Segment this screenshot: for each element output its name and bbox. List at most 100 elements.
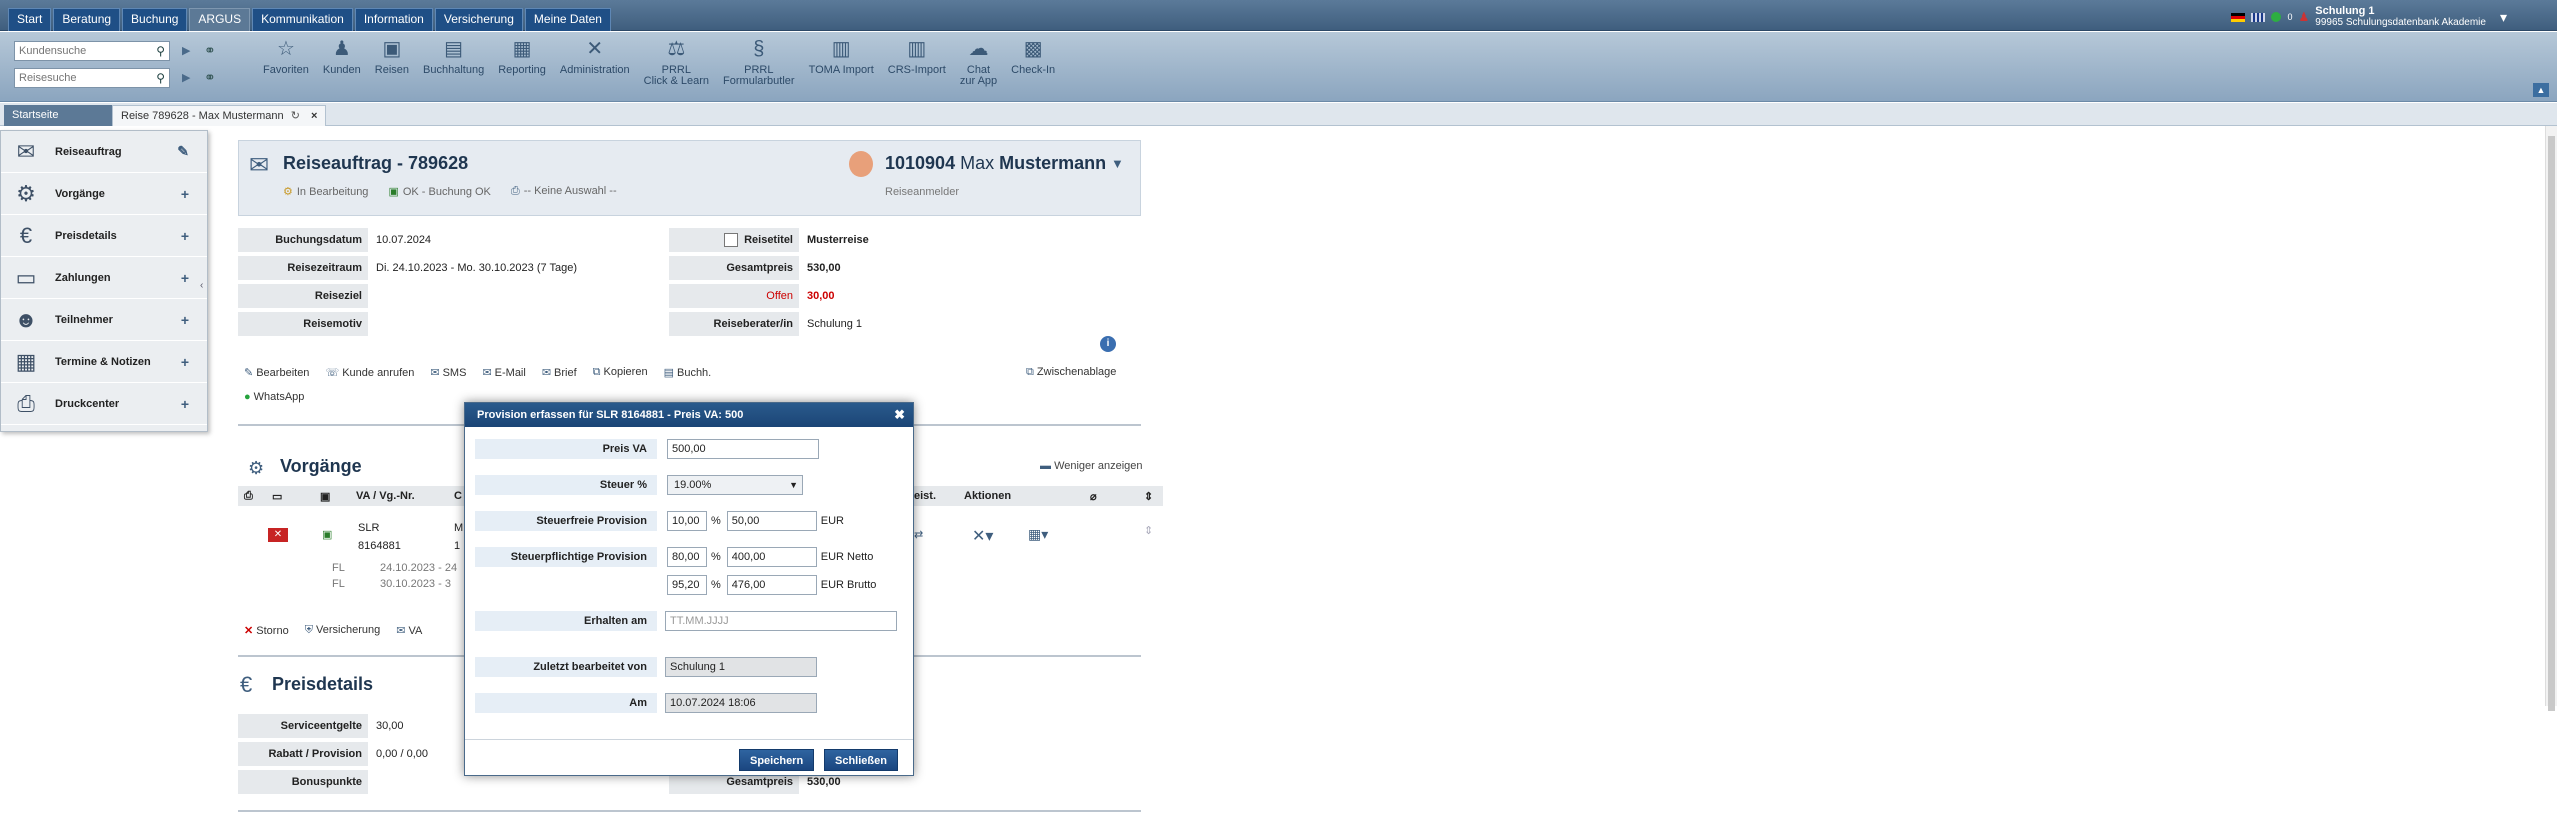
status-booking[interactable]: ▣ OK - Buchung OK bbox=[388, 185, 490, 198]
clipboard-button[interactable]: ⧉ Zwischenablage bbox=[1026, 366, 1116, 379]
sort-icon[interactable]: ⇕ bbox=[1144, 524, 1153, 537]
sidebar-item-vorgaenge[interactable]: ⚙ Vorgänge + bbox=[1, 173, 207, 215]
binoculars-icon[interactable]: ⚭ bbox=[204, 69, 216, 86]
plus-icon[interactable]: + bbox=[181, 186, 189, 202]
reisetitel-checkbox[interactable] bbox=[724, 233, 739, 248]
tax-select[interactable]: 19.00% ▼ bbox=[667, 475, 803, 495]
tool-prrl-click-learn[interactable]: ⚖ PRRL Click & Learn bbox=[637, 36, 716, 87]
plus-icon[interactable]: + bbox=[181, 354, 189, 370]
binoculars-icon[interactable]: ⚭ bbox=[204, 42, 216, 59]
play-icon[interactable]: ▶ bbox=[182, 44, 190, 57]
tool-favoriten[interactable]: ☆ Favoriten bbox=[256, 36, 316, 87]
tool-reisen[interactable]: ▣ Reisen bbox=[368, 36, 416, 87]
received-date-input[interactable]: TT.MM.JJJJ bbox=[665, 611, 897, 631]
tool-check-in[interactable]: ▩ Check-In bbox=[1004, 36, 1062, 87]
play-icon[interactable]: ▶ bbox=[182, 71, 190, 84]
va-button[interactable]: ✉ VA bbox=[396, 624, 422, 637]
steuerfrei-percent-input[interactable]: 10,00 bbox=[667, 511, 707, 531]
preis-va-input[interactable]: 500,00 bbox=[667, 439, 819, 459]
netto-amount-input[interactable]: 400,00 bbox=[726, 547, 817, 567]
printer-icon[interactable]: ⎙ bbox=[244, 490, 253, 503]
sms-button[interactable]: ✉ SMS bbox=[430, 366, 466, 379]
nav-tab-beratung[interactable]: Beratung bbox=[53, 8, 121, 31]
sidebar-item-zahlungen[interactable]: ▭ Zahlungen + bbox=[1, 257, 207, 299]
tab-reise[interactable]: Reise 789628 - Max Mustermann ↻ × bbox=[112, 105, 327, 126]
nav-tab-start[interactable]: Start bbox=[8, 8, 52, 31]
tool-toma-import[interactable]: ▥ TOMA Import bbox=[802, 36, 881, 87]
search-icon[interactable]: ⚲ bbox=[156, 44, 165, 58]
brutto-amount-input[interactable]: 476,00 bbox=[726, 575, 817, 595]
brutto-percent-input[interactable]: 95,20 bbox=[667, 575, 707, 595]
save-button[interactable]: Speichern bbox=[739, 749, 815, 771]
show-less-link[interactable]: ▬ Weniger anzeigen bbox=[1040, 460, 1143, 472]
close-icon[interactable]: ✖ bbox=[894, 403, 905, 427]
accounting-button[interactable]: ▤ Buchh. bbox=[664, 366, 712, 379]
nav-tab-meine-daten[interactable]: Meine Daten bbox=[524, 8, 611, 31]
whatsapp-button[interactable]: ● WhatsApp bbox=[244, 391, 304, 403]
chevron-down-icon[interactable]: ▼ bbox=[1111, 156, 1124, 171]
steuerfrei-amount-input[interactable]: 50,00 bbox=[726, 511, 817, 531]
nav-tab-versicherung[interactable]: Versicherung bbox=[434, 8, 523, 31]
calculator-icon[interactable]: ▦▾ bbox=[1028, 526, 1048, 543]
gear-icon: ⚙ bbox=[283, 186, 293, 198]
status-print[interactable]: ⎙ -- Keine Auswahl -- bbox=[511, 185, 617, 198]
row-steuer: Steuer % 19.00% ▼ bbox=[475, 475, 803, 495]
close-button[interactable]: Schließen bbox=[824, 749, 898, 771]
letter-button[interactable]: ✉ Brief bbox=[542, 366, 577, 379]
sidebar-item-druckcenter[interactable]: ⎙ Druckcenter + bbox=[1, 383, 207, 425]
refresh-icon[interactable]: ↻ bbox=[291, 110, 300, 122]
status-processing[interactable]: ⚙ In Bearbeitung bbox=[283, 185, 368, 198]
crs-icon: ▥ bbox=[907, 37, 927, 60]
attachment-icon[interactable]: ⌀ bbox=[1090, 490, 1097, 503]
ticket-icon[interactable]: ▭ bbox=[272, 490, 282, 503]
chevron-down-icon: ▼ bbox=[789, 480, 798, 490]
tab-startseite[interactable]: Startseite bbox=[4, 105, 112, 126]
sidebar-collapse-handle[interactable]: ‹ bbox=[200, 280, 203, 291]
storno-button[interactable]: ✕ Storno bbox=[244, 624, 289, 637]
close-icon[interactable]: × bbox=[311, 110, 317, 122]
call-customer-button[interactable]: ☏ Kunde anrufen bbox=[325, 366, 414, 379]
sort-icon[interactable]: ⇕ bbox=[1144, 490, 1153, 503]
plus-icon[interactable]: + bbox=[181, 396, 189, 412]
user-info[interactable]: Schulung 1 99965 Schulungsdatenbank Akad… bbox=[2315, 6, 2486, 29]
insurance-button[interactable]: ⛨ Versicherung bbox=[305, 624, 381, 637]
customer-name[interactable]: 1010904 Max Mustermann bbox=[885, 153, 1106, 174]
collapse-toolbar-button[interactable]: ▲ bbox=[2533, 83, 2549, 97]
tool-kunden[interactable]: ♟ Kunden bbox=[316, 36, 368, 87]
service-icon[interactable]: ⇄ bbox=[914, 528, 923, 541]
page-scrollbar[interactable] bbox=[2545, 126, 2557, 711]
sidebar-item-reiseauftrag[interactable]: ✉ Reiseauftrag ✎ bbox=[1, 131, 207, 173]
sidebar-item-teilnehmer[interactable]: ☻ Teilnehmer + bbox=[1, 299, 207, 341]
tool-reporting[interactable]: ▦ Reporting bbox=[491, 36, 553, 87]
tools-icon[interactable]: ✕▾ bbox=[972, 526, 993, 546]
trip-search-input[interactable] bbox=[15, 69, 145, 87]
copy-button[interactable]: ⧉ Kopieren bbox=[593, 366, 648, 379]
nav-tab-information[interactable]: Information bbox=[354, 8, 433, 31]
english-flag-icon[interactable] bbox=[2251, 12, 2266, 22]
tool-chat-app[interactable]: ☁ Chat zur App bbox=[953, 36, 1004, 87]
sidebar-item-preisdetails[interactable]: € Preisdetails + bbox=[1, 215, 207, 257]
tool-administration[interactable]: ✕ Administration bbox=[553, 36, 637, 87]
email-button[interactable]: ✉ E-Mail bbox=[482, 366, 525, 379]
info-icon[interactable]: i bbox=[1100, 336, 1116, 352]
tool-buchhaltung[interactable]: ▤ Buchhaltung bbox=[416, 36, 491, 87]
document-icon[interactable]: ▣ bbox=[320, 490, 330, 503]
sidebar-item-termine[interactable]: ▦ Termine & Notizen + bbox=[1, 341, 207, 383]
customer-search-input[interactable] bbox=[15, 42, 145, 60]
phone-status-icon[interactable] bbox=[2271, 12, 2282, 22]
netto-percent-input[interactable]: 80,00 bbox=[667, 547, 707, 567]
nav-tab-argus[interactable]: ARGUS bbox=[189, 8, 251, 31]
german-flag-icon[interactable] bbox=[2231, 12, 2246, 22]
nav-tab-buchung[interactable]: Buchung bbox=[122, 8, 188, 31]
tool-crs-import[interactable]: ▥ CRS-Import bbox=[881, 36, 953, 87]
pencil-icon[interactable]: ✎ bbox=[177, 143, 189, 160]
edit-button[interactable]: ✎ Bearbeiten bbox=[244, 366, 309, 379]
plus-icon[interactable]: + bbox=[181, 270, 189, 286]
search-icon[interactable]: ⚲ bbox=[156, 71, 165, 85]
nav-tab-kommunikation[interactable]: Kommunikation bbox=[252, 8, 353, 31]
chevron-down-icon[interactable]: ▾ bbox=[2500, 9, 2507, 26]
tool-prrl-formularbutler[interactable]: § PRRL Formularbutler bbox=[716, 36, 802, 87]
plus-icon[interactable]: + bbox=[181, 228, 189, 244]
scrollbar-thumb[interactable] bbox=[2548, 136, 2555, 711]
plus-icon[interactable]: + bbox=[181, 312, 189, 328]
